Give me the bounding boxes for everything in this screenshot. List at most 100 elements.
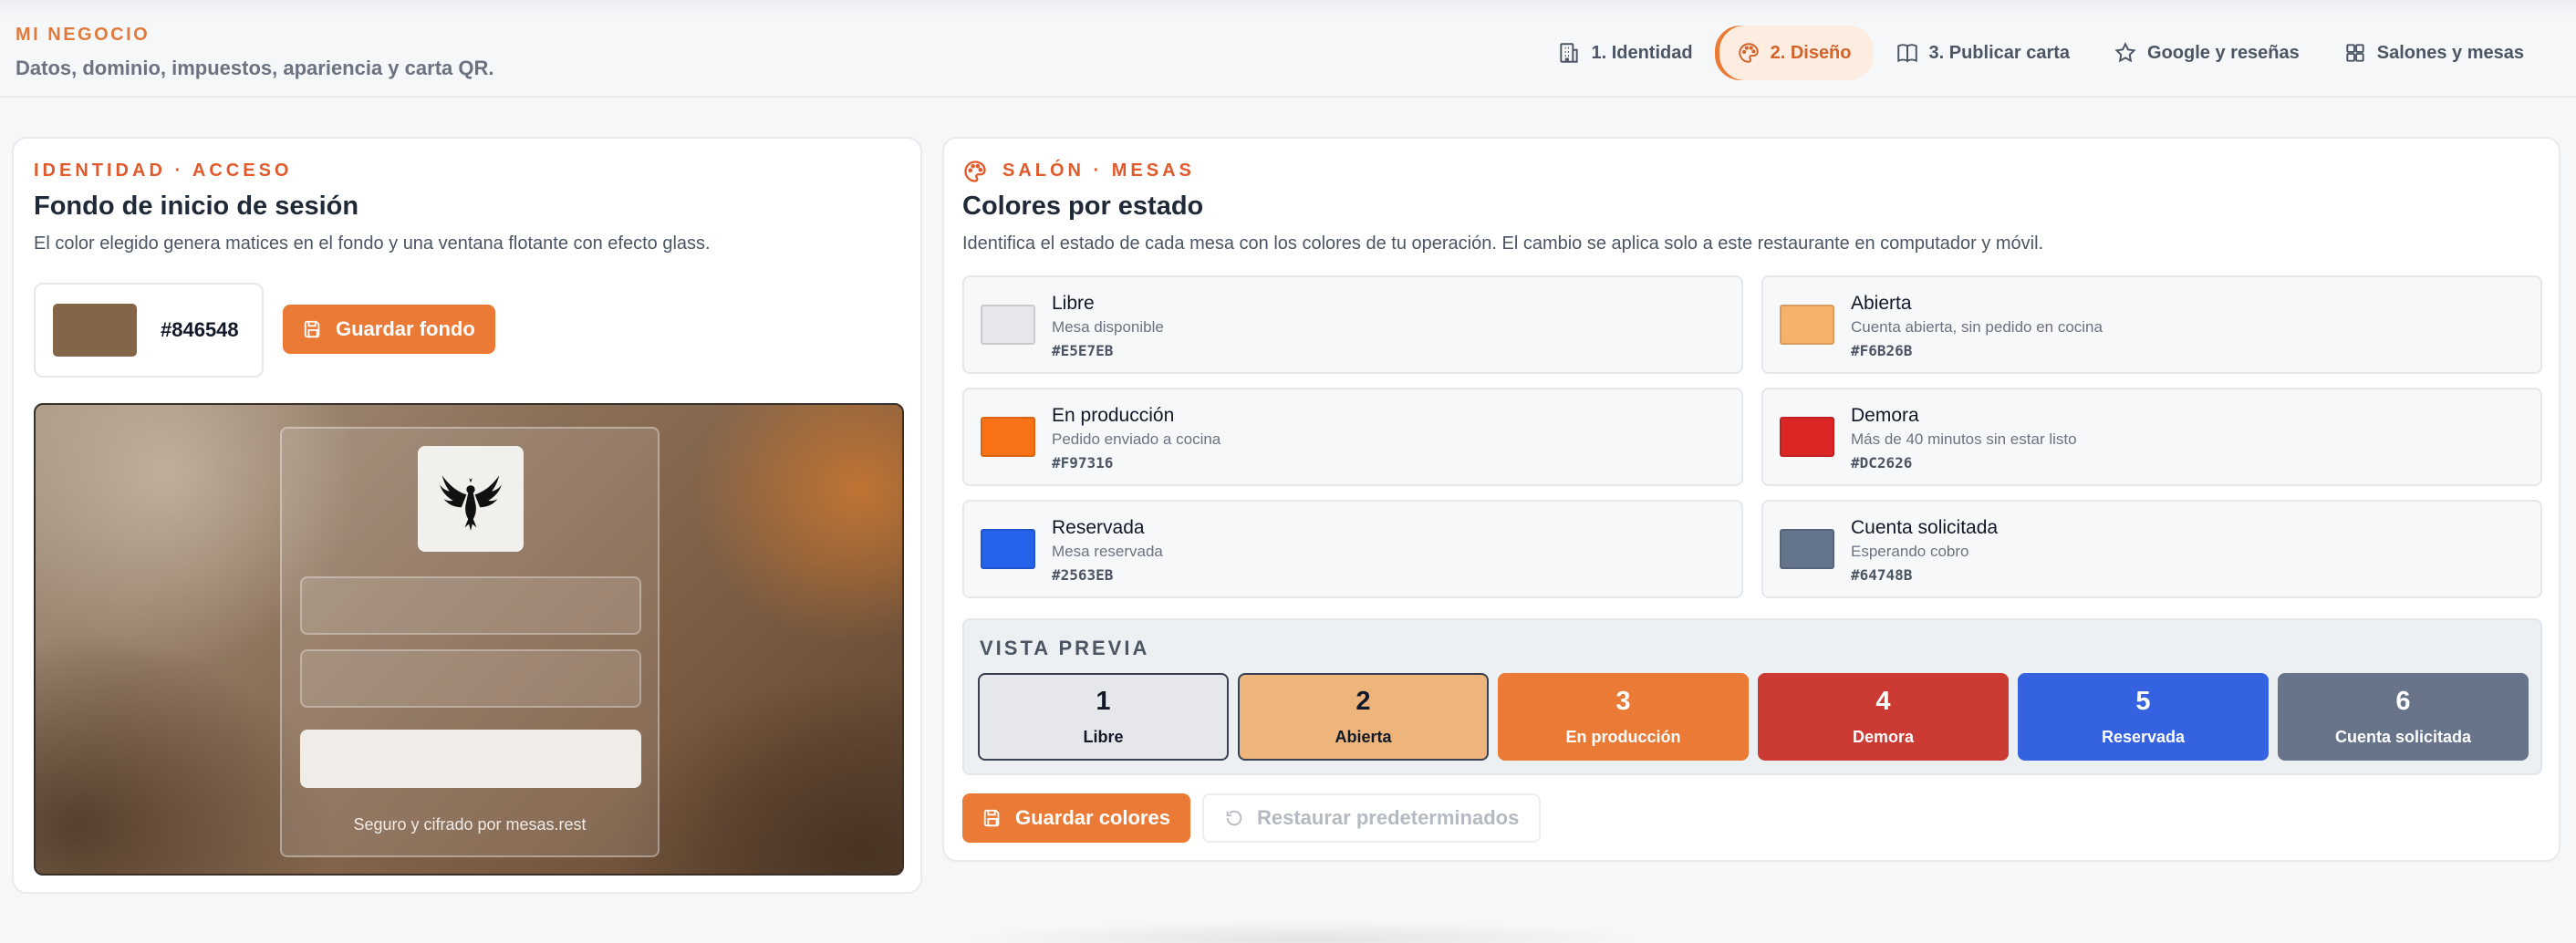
- star-icon: [2114, 42, 2136, 63]
- state-description: Mesa disponible: [1052, 318, 1164, 336]
- state-color-swatch[interactable]: [1780, 305, 1834, 345]
- preview-table-3: 3 En producción: [1498, 673, 1749, 761]
- grid-icon: [2346, 44, 2364, 62]
- reset-icon: [1226, 810, 1242, 826]
- preview-table-6: 6 Cuenta solicitada: [2278, 673, 2529, 761]
- nav-publicar-carta[interactable]: 3. Publicar carta: [1874, 26, 2093, 80]
- glass-window: Seguro y cifrado por mesas.rest: [280, 427, 660, 857]
- save-background-button[interactable]: Guardar fondo: [283, 305, 495, 354]
- restore-defaults-button[interactable]: Restaurar predeterminados: [1202, 793, 1542, 843]
- state-name: Cuenta solicitada: [1851, 517, 1999, 538]
- palette-icon: [1738, 43, 1759, 63]
- state-cuenta-solicitada: Cuenta solicitada Esperando cobro #64748…: [1761, 500, 2542, 598]
- card-eyebrow: IDENTIDAD · ACCESO: [34, 161, 293, 181]
- save-icon: [304, 320, 320, 338]
- state-name: Libre: [1052, 293, 1095, 314]
- page-header: MI NEGOCIO Datos, dominio, impuestos, ap…: [0, 0, 2576, 98]
- table-number: 1: [1096, 687, 1111, 716]
- table-state-label: Demora: [1852, 728, 1915, 746]
- card-description: El color elegido genera matices en el fo…: [34, 233, 711, 254]
- table-state-label: Abierta: [1335, 728, 1392, 746]
- state-description: Más de 40 minutos sin estar listo: [1851, 430, 2077, 448]
- table-state-label: Reservada: [2101, 728, 2186, 746]
- section-nav: 1. Identidad 2. Diseño 3. Publicar carta…: [1535, 26, 2546, 80]
- save-icon: [983, 809, 1000, 827]
- state-color-swatch[interactable]: [1780, 529, 1834, 569]
- state-name: Demora: [1851, 405, 1919, 426]
- tables-preview-panel: VISTA PREVIA 1 Libre 2 Abierta 3 En prod…: [962, 618, 2542, 775]
- state-reservada: Reservada Mesa reservada #2563EB: [962, 500, 1743, 598]
- preview-table-1: 1 Libre: [978, 673, 1229, 761]
- login-background-card: IDENTIDAD · ACCESO Fondo de inicio de se…: [12, 137, 922, 894]
- color-picker[interactable]: #846548: [34, 283, 264, 378]
- state-description: Pedido enviado a cocina: [1052, 430, 1221, 448]
- book-icon: [1896, 44, 1917, 63]
- nav-diseno[interactable]: 2. Diseño: [1714, 26, 1874, 80]
- card-description: Identifica el estado de cada mesa con lo…: [962, 233, 2044, 254]
- preview-table-2: 2 Abierta: [1238, 673, 1489, 761]
- building-icon: [1560, 43, 1579, 63]
- save-colors-label: Guardar colores: [1015, 806, 1170, 829]
- state-hex: #F97316: [1052, 454, 1114, 472]
- login-footer-text: Seguro y cifrado por mesas.rest: [353, 815, 587, 834]
- state-color-swatch[interactable]: [981, 305, 1035, 345]
- state-color-swatch[interactable]: [981, 417, 1035, 457]
- nav-label: Salones y mesas: [2376, 42, 2524, 63]
- card-eyebrow: SALÓN · MESAS: [1002, 161, 1195, 181]
- state-hex: #E5E7EB: [1052, 342, 1114, 359]
- preview-table-5: 5 Reservada: [2018, 673, 2269, 761]
- state-name: Abierta: [1851, 293, 1912, 314]
- preview-table-4: 4 Demora: [1758, 673, 2009, 761]
- state-color-grid: Libre Mesa disponible #E5E7EB Abierta Cu…: [962, 275, 2542, 598]
- state-description: Cuenta abierta, sin pedido en cocina: [1851, 318, 2103, 336]
- state-hex: #64748B: [1851, 566, 1913, 584]
- state-abierta: Abierta Cuenta abierta, sin pedido en co…: [1761, 275, 2542, 374]
- state-description: Esperando cobro: [1851, 543, 1969, 560]
- state-demora: Demora Más de 40 minutos sin estar listo…: [1761, 388, 2542, 486]
- state-name: En producción: [1052, 405, 1175, 426]
- nav-google-resenas[interactable]: Google y reseñas: [2092, 26, 2322, 80]
- card-title: Fondo de inicio de sesión: [34, 192, 359, 221]
- card-title: Colores por estado: [962, 192, 1204, 221]
- state-hex: #2563EB: [1052, 566, 1114, 584]
- preview-title: VISTA PREVIA: [980, 637, 1150, 659]
- color-hex-value: #846548: [161, 318, 239, 341]
- table-state-label: En producción: [1565, 728, 1681, 746]
- login-username-field: [300, 576, 641, 635]
- phoenix-logo-icon: [439, 475, 503, 531]
- state-hex: #DC2626: [1851, 454, 1913, 472]
- preview-tables: 1 Libre 2 Abierta 3 En producción 4 Demo…: [978, 673, 2529, 761]
- state-hex: #F6B26B: [1851, 342, 1913, 359]
- bottom-shadow: [958, 921, 1651, 943]
- table-number: 4: [1875, 687, 1891, 716]
- login-password-field: [300, 649, 641, 708]
- login-submit-button: [300, 730, 641, 788]
- nav-identidad[interactable]: 1. Identidad: [1535, 26, 1714, 80]
- table-state-label: Cuenta solicitada: [2334, 728, 2472, 746]
- state-libre: Libre Mesa disponible #E5E7EB: [962, 275, 1743, 374]
- table-state-label: Libre: [1083, 728, 1124, 746]
- logo: [418, 446, 524, 552]
- state-color-swatch[interactable]: [981, 529, 1035, 569]
- login-preview: Seguro y cifrado por mesas.rest: [34, 403, 904, 876]
- save-colors-button[interactable]: Guardar colores: [962, 793, 1190, 843]
- state-color-swatch[interactable]: [1780, 417, 1834, 457]
- restore-defaults-label: Restaurar predeterminados: [1257, 806, 1520, 829]
- state-name: Reservada: [1052, 517, 1145, 538]
- section-eyebrow: MI NEGOCIO: [16, 25, 151, 45]
- nav-label: 3. Publicar carta: [1928, 42, 2071, 63]
- nav-label: 2. Diseño: [1770, 42, 1852, 63]
- nav-label: 1. Identidad: [1591, 42, 1693, 63]
- save-background-label: Guardar fondo: [336, 317, 475, 340]
- nav-salones-mesas[interactable]: Salones y mesas: [2322, 26, 2546, 80]
- table-number: 5: [2135, 687, 2151, 716]
- palette-icon: [964, 161, 986, 182]
- state-description: Mesa reservada: [1052, 543, 1163, 560]
- state-colors-card: SALÓN · MESAS Colores por estado Identif…: [942, 137, 2560, 862]
- section-subtitle: Datos, dominio, impuestos, apariencia y …: [16, 57, 494, 79]
- table-number: 6: [2395, 687, 2411, 716]
- state-en-produccion: En producción Pedido enviado a cocina #F…: [962, 388, 1743, 486]
- nav-label: Google y reseñas: [2147, 42, 2300, 63]
- table-number: 2: [1356, 687, 1371, 716]
- color-swatch[interactable]: [53, 304, 137, 357]
